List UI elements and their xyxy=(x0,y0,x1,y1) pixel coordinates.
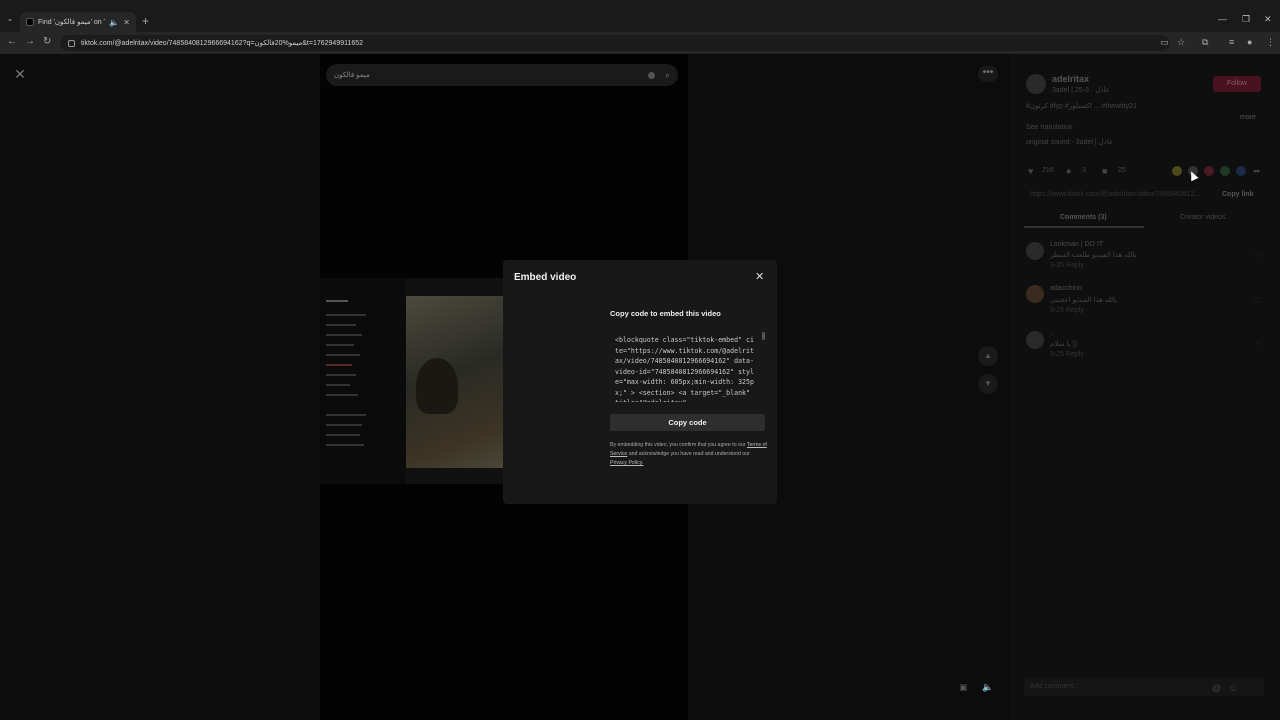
more-share-icon[interactable]: ➦ xyxy=(1253,166,1261,177)
tab-mute-icon[interactable]: 🔈 xyxy=(109,18,119,27)
embed-video-modal: Embed video ✕ Copy code to embed this vi… xyxy=(503,260,777,504)
like-count: 216 xyxy=(1042,167,1054,174)
whatsapp-share-icon[interactable] xyxy=(1204,166,1214,176)
comment-like-icon[interactable]: ♡ xyxy=(1254,296,1261,305)
comment-author[interactable]: Lookman | DO IT xyxy=(1050,241,1103,248)
tab-comments[interactable]: Comments (3) xyxy=(1060,214,1107,221)
save-icon[interactable]: ■ xyxy=(1102,166,1107,176)
embed-subtitle: Copy code to embed this video xyxy=(610,309,721,318)
address-bar[interactable]: tiktok.com/@adelritax/video/748584081296… xyxy=(60,35,1170,51)
volume-icon[interactable]: 🔈 xyxy=(982,682,993,693)
author-avatar[interactable] xyxy=(1026,74,1046,94)
sound-link[interactable]: original sound - 3adel | عادل xyxy=(1026,138,1113,146)
search-bar[interactable]: ميمو فالكون ⌕ xyxy=(326,64,678,86)
comment-icon[interactable]: ● xyxy=(1066,166,1071,176)
comment-meta[interactable]: 3-25 Reply xyxy=(1050,262,1084,269)
comment-text: يالله هذا الفيديو اعجبني xyxy=(1050,297,1118,304)
more-options-icon[interactable]: ••• xyxy=(978,66,998,82)
privacy-policy-link[interactable]: Privacy Policy. xyxy=(610,460,643,466)
tab-creator-videos[interactable]: Creator videos xyxy=(1180,214,1226,221)
site-info-icon[interactable] xyxy=(68,39,75,47)
comment-like-icon[interactable]: ♡ xyxy=(1254,341,1261,350)
window-close-icon[interactable]: ✕ xyxy=(1264,14,1272,25)
like-icon[interactable]: ♥ xyxy=(1028,166,1033,176)
search-input[interactable]: ميمو فالكون xyxy=(334,71,648,79)
see-translation-link[interactable]: See translation xyxy=(1026,124,1073,131)
embed-code-text[interactable]: <blockquote class="tiktok-embed" cite="h… xyxy=(615,335,757,402)
profile-icon[interactable]: ● xyxy=(1247,37,1252,47)
comment-meta[interactable]: 3-25 Reply xyxy=(1050,351,1084,358)
tab-title: Find 'ميمو فالكون' on TikTok xyxy=(38,19,105,26)
comment-meta[interactable]: 3-25 Reply xyxy=(1050,307,1084,314)
author-username[interactable]: adelritax xyxy=(1052,74,1089,84)
clear-search-icon[interactable] xyxy=(647,71,655,79)
comment-like-icon[interactable]: ♡ xyxy=(1254,252,1261,261)
reload-icon[interactable]: ↻ xyxy=(43,36,51,47)
maximize-icon[interactable]: ❐ xyxy=(1242,14,1250,25)
search-icon[interactable]: ⌕ xyxy=(665,70,670,81)
comment-author[interactable]: .. xyxy=(1050,330,1054,337)
forward-icon[interactable]: → xyxy=(25,36,35,47)
follow-button[interactable]: Follow xyxy=(1213,76,1261,92)
bookmark-star-icon[interactable]: ☆ xyxy=(1177,37,1185,48)
media-icon[interactable]: ≡ xyxy=(1229,37,1234,47)
browser-nav-bar: ← → ↻ tiktok.com/@adelritax/video/748584… xyxy=(0,32,1280,54)
next-video-icon[interactable]: ▼ xyxy=(978,374,998,394)
tab-close-icon[interactable]: ✕ xyxy=(123,18,130,27)
comment-text: يالله هذا الفيديو طلعت السطر xyxy=(1050,252,1137,259)
comment-author[interactable]: adacchino xyxy=(1050,285,1082,292)
video-caption: #كرتون #fyp #اكسبلور ... #thewitty21 xyxy=(1026,103,1137,110)
active-tab-indicator xyxy=(1024,226,1144,228)
close-icon[interactable]: ✕ xyxy=(755,270,764,283)
author-subtitle: 3adel | عادل · 3-25 xyxy=(1052,87,1110,94)
save-count: 25 xyxy=(1118,167,1126,174)
new-tab-icon[interactable]: + xyxy=(142,14,149,28)
video-frame xyxy=(320,278,504,484)
tab-list-icon[interactable]: ⌄ xyxy=(4,14,16,26)
comment-avatar[interactable] xyxy=(1026,242,1044,260)
pip-icon[interactable]: ▣ xyxy=(959,682,968,693)
legal-notice: By embedding this video, you confirm tha… xyxy=(610,441,768,468)
extensions-icon[interactable]: ⧉ xyxy=(1202,37,1208,48)
legal-text-1: By embedding this video, you confirm tha… xyxy=(610,442,747,448)
video-person xyxy=(416,358,458,414)
green-share-icon[interactable] xyxy=(1220,166,1230,176)
minimize-icon[interactable]: — xyxy=(1218,14,1227,24)
legal-text-2: and acknowledge you have read and unders… xyxy=(627,451,750,457)
embed-share-icon[interactable] xyxy=(1172,166,1182,176)
video-link-text: https://www.tiktok.com/@adelritax/video/… xyxy=(1030,191,1201,198)
code-scrollbar[interactable] xyxy=(762,332,765,340)
comment-avatar[interactable] xyxy=(1026,331,1044,349)
menu-icon[interactable]: ⋮ xyxy=(1266,37,1275,48)
previous-video-icon[interactable]: ▲ xyxy=(978,346,998,366)
browser-tab[interactable]: Find 'ميمو فالكون' on TikTok 🔈 ✕ xyxy=(20,12,136,32)
tiktok-favicon-icon xyxy=(26,18,34,26)
url-text: tiktok.com/@adelritax/video/748584081296… xyxy=(81,40,364,47)
comment-text: يا سلام )) xyxy=(1050,341,1078,348)
browser-tab-bar: ⌄ Find 'ميمو فالكون' on TikTok 🔈 ✕ + — ❐… xyxy=(0,0,1280,32)
comment-count: 3 xyxy=(1082,167,1086,174)
video-frame-screen-left xyxy=(320,278,406,484)
back-icon[interactable]: ← xyxy=(7,36,17,47)
emoji-icon[interactable]: ☺ xyxy=(1228,683,1237,693)
close-video-icon[interactable]: ✕ xyxy=(12,66,28,82)
mention-icon[interactable]: @ xyxy=(1212,683,1221,693)
copy-link-button[interactable]: Copy link xyxy=(1222,191,1254,198)
copy-code-button[interactable]: Copy code xyxy=(610,414,765,431)
facebook-share-icon[interactable] xyxy=(1236,166,1246,176)
modal-title: Embed video xyxy=(514,272,577,283)
cast-icon[interactable]: ▭ xyxy=(1160,37,1169,48)
comment-avatar[interactable] xyxy=(1026,285,1044,303)
video-details-panel: adelritax 3adel | عادل · 3-25 Follow #كر… xyxy=(1010,54,1280,720)
more-caption-link[interactable]: more xyxy=(1240,114,1256,121)
